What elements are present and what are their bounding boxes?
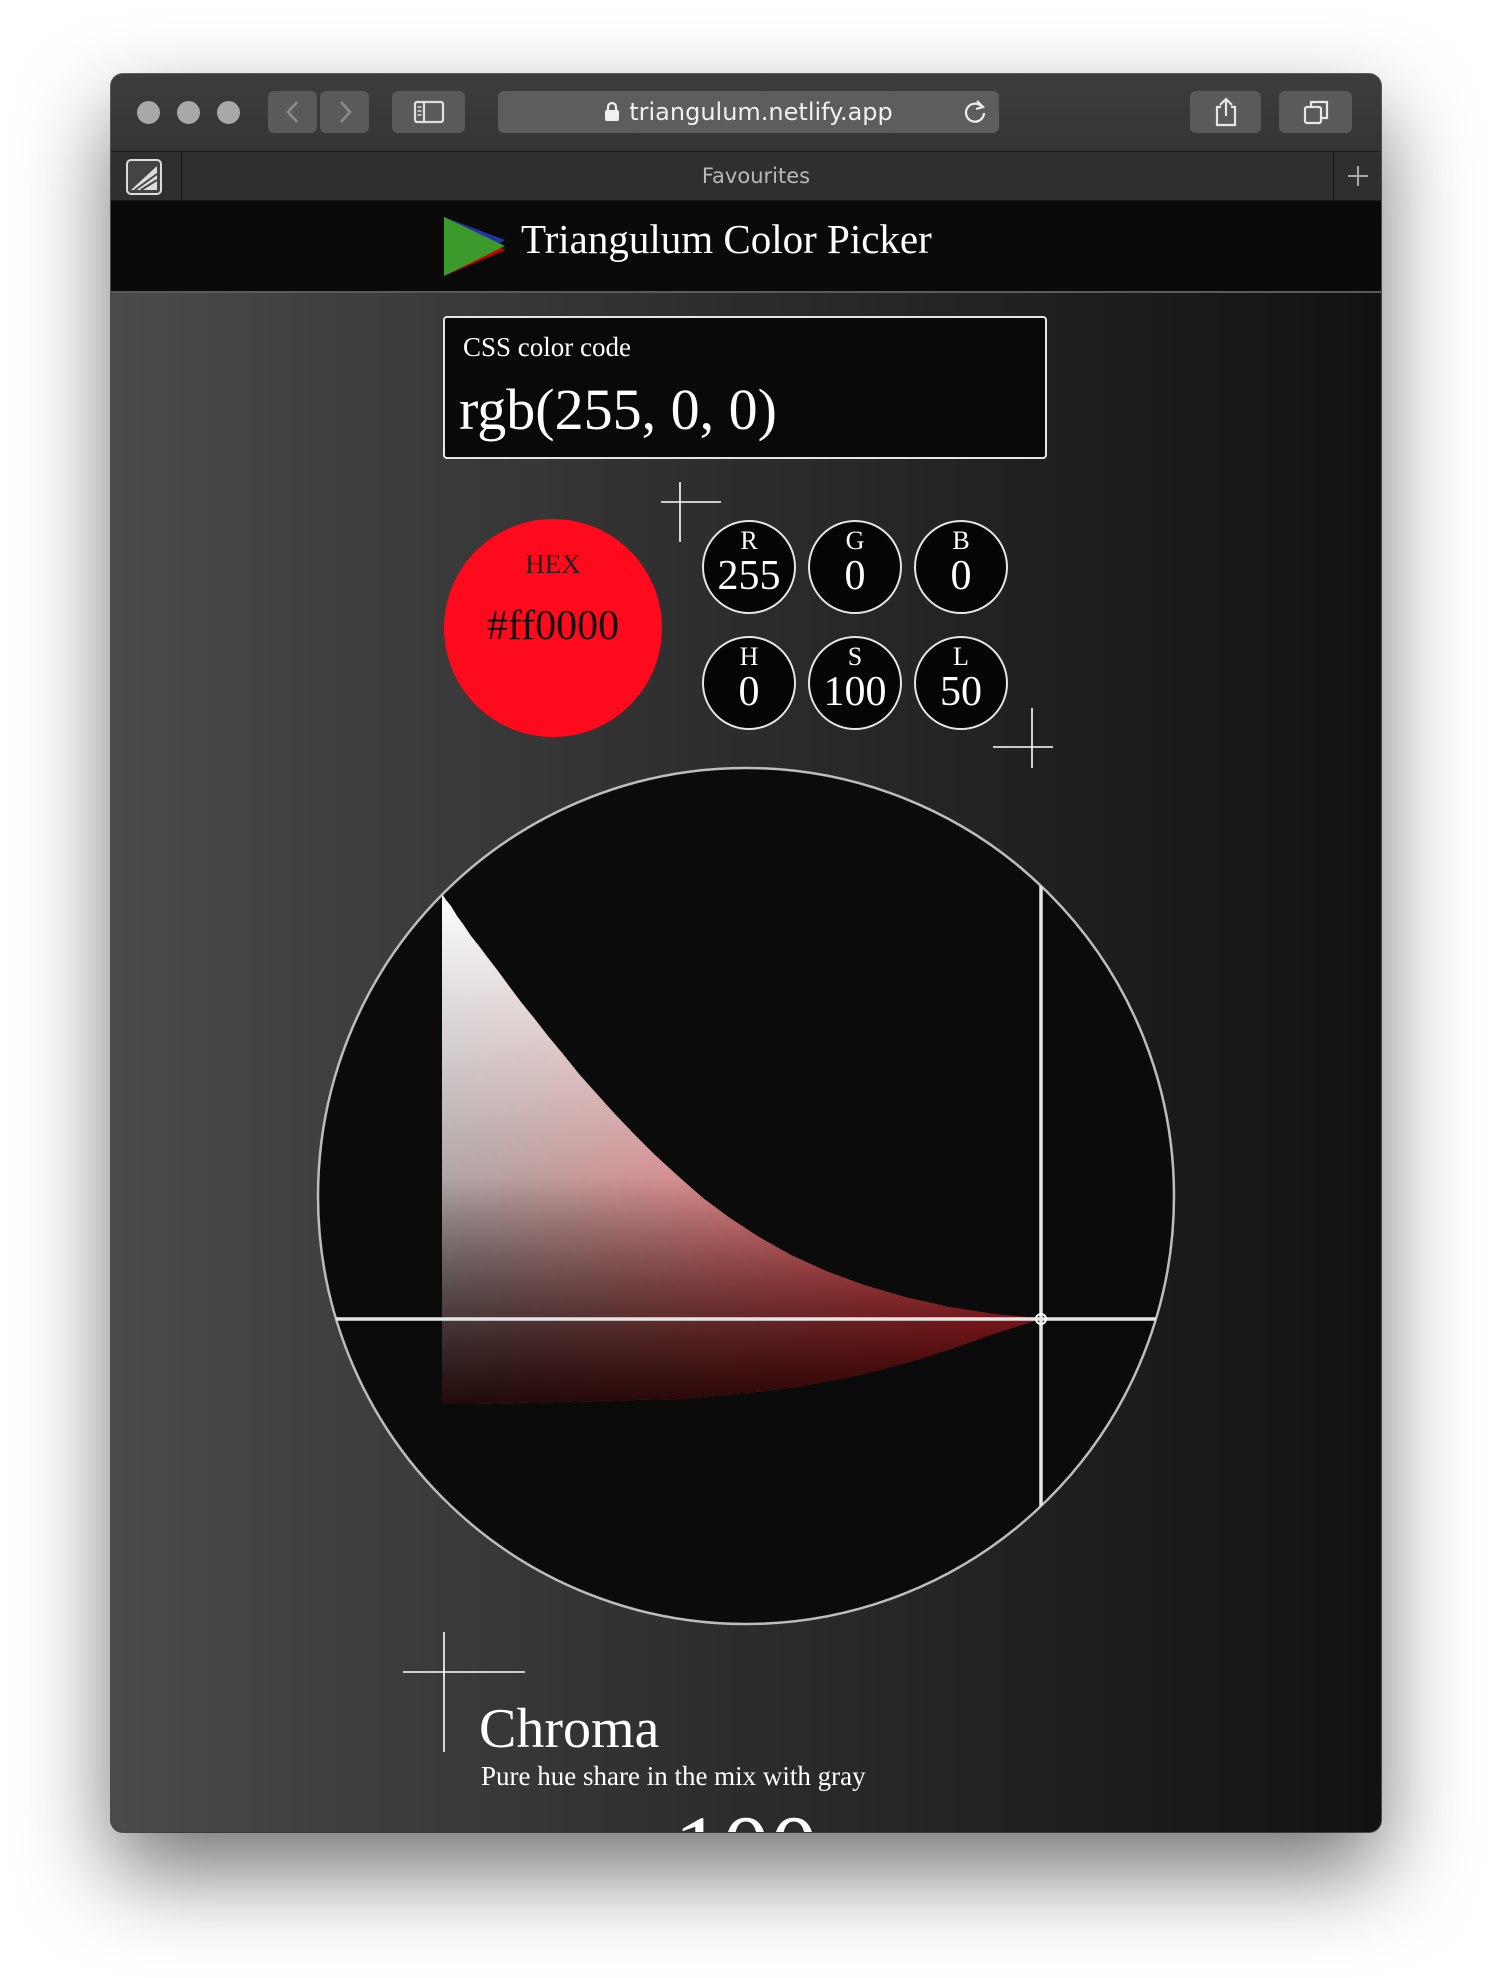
section-title: Chroma <box>479 1698 660 1760</box>
css-code-label: CSS color code <box>463 332 631 362</box>
address-display: triangulum.netlify.app <box>498 91 999 133</box>
share-icon <box>1215 97 1236 127</box>
favourites-label: Favourites <box>701 164 811 188</box>
new-tab-button[interactable] <box>1334 152 1381 200</box>
channel-g[interactable]: G 0 <box>808 520 902 614</box>
channel-s[interactable]: S 100 <box>808 636 902 730</box>
channel-s-value: 100 <box>823 669 887 715</box>
app-title: Triangulum Color Picker <box>521 216 932 262</box>
tabs-icon <box>1303 100 1328 125</box>
app-header: Triangulum Color Picker <box>111 201 1381 293</box>
triangulum-logo-icon <box>444 217 505 276</box>
channel-r-value: 255 <box>717 553 781 599</box>
picker-content: CSS color code rgb(255, 0, 0) HEX #ff000… <box>111 293 1381 1832</box>
browser-toolbar: triangulum.netlify.app <box>111 74 1381 152</box>
chroma-value[interactable]: 100 <box>111 1802 1381 1833</box>
chevron-right-icon <box>339 101 352 123</box>
address-text: triangulum.netlify.app <box>629 98 893 126</box>
favourites-bar: Favourites <box>111 152 1381 201</box>
share-button[interactable] <box>1190 91 1261 133</box>
channel-b-value: 0 <box>950 553 972 599</box>
forward-button[interactable] <box>320 91 369 133</box>
color-swatch[interactable]: HEX #ff0000 <box>444 519 662 737</box>
color-plane[interactable] <box>316 766 1176 1626</box>
lock-icon <box>605 101 620 121</box>
css-code-value: rgb(255, 0, 0) <box>459 377 777 442</box>
browser-window: triangulum.netlify.app Favourites Triang… <box>111 74 1381 1832</box>
back-button[interactable] <box>268 91 317 133</box>
minimize-window-button[interactable] <box>177 101 200 124</box>
hex-value: #ff0000 <box>486 603 620 649</box>
chevron-left-icon <box>285 101 298 123</box>
plus-icon <box>1347 166 1368 186</box>
crosshair-mark-icon <box>993 708 1053 768</box>
section-subtitle: Pure hue share in the mix with gray <box>481 1761 866 1791</box>
reload-icon <box>964 100 986 123</box>
channel-g-value: 0 <box>844 553 866 599</box>
channel-r[interactable]: R 255 <box>702 520 796 614</box>
sidebar-icon <box>413 100 444 124</box>
channel-h[interactable]: H 0 <box>702 636 796 730</box>
reload-button[interactable] <box>961 98 989 126</box>
css-code-field[interactable]: CSS color code rgb(255, 0, 0) <box>443 316 1047 459</box>
tabs-overview-button[interactable] <box>1279 91 1352 133</box>
maximize-window-button[interactable] <box>217 101 240 124</box>
hex-label: HEX <box>525 549 581 579</box>
channel-h-value: 0 <box>738 669 760 715</box>
site-favicon[interactable] <box>126 159 162 195</box>
sidebar-toggle-button[interactable] <box>392 91 465 133</box>
triangulum-favicon-icon <box>126 159 162 195</box>
channel-b[interactable]: B 0 <box>914 520 1008 614</box>
address-bar[interactable]: triangulum.netlify.app <box>498 91 999 133</box>
close-window-button[interactable] <box>137 101 160 124</box>
